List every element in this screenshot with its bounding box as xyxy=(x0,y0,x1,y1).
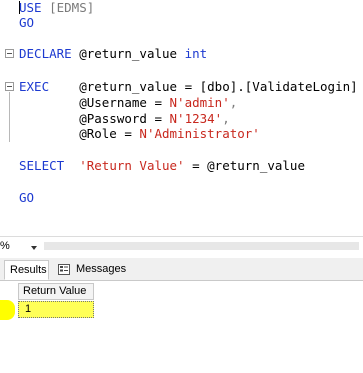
fold-guide-line xyxy=(9,92,10,142)
code-line-select: SELECT 'Return Value' = @return_value xyxy=(19,158,305,173)
results-grid[interactable]: Return Value 1 xyxy=(0,281,363,373)
value-role: N'Administrator' xyxy=(139,126,260,141)
chevron-down-icon[interactable] xyxy=(31,246,37,250)
select-expression: = @return_value xyxy=(184,158,305,173)
param-role: @Role = xyxy=(19,126,140,141)
column-header-return-value[interactable]: Return Value xyxy=(18,283,94,300)
keyword-go: GO xyxy=(19,190,35,205)
code-line-go: GO xyxy=(19,15,34,30)
code-line-use: USE [EDMS] xyxy=(19,0,94,15)
horizontal-scrollbar[interactable] xyxy=(44,242,359,250)
result-cell[interactable]: 1 xyxy=(18,301,94,318)
code-line-role: @Role = N'Administrator' xyxy=(19,126,260,141)
collapse-exec-icon[interactable] xyxy=(5,82,14,91)
value-username: N'admin' xyxy=(169,95,230,110)
code-line-exec: EXEC @return_value = [dbo].[ValidateLogi… xyxy=(19,79,358,94)
code-line-username: @Username = N'admin', xyxy=(19,95,237,110)
collapse-declare-icon[interactable] xyxy=(5,49,14,58)
zoom-value: % xyxy=(0,240,10,252)
row-highlight-marker xyxy=(0,300,15,320)
keyword-int: int xyxy=(184,46,208,61)
value-password: N'1234' xyxy=(169,111,223,126)
query-editor[interactable]: USE [EDMS] GO DECLARE @return_value int … xyxy=(0,0,363,232)
keyword-go: GO xyxy=(19,15,35,30)
keyword-use: USE xyxy=(19,0,42,15)
keyword-declare: DECLARE xyxy=(19,46,72,61)
keyword-select: SELECT xyxy=(19,158,65,173)
param-password: @Password = xyxy=(19,111,170,126)
database-name: [EDMS] xyxy=(41,0,95,15)
tab-messages[interactable]: Messages xyxy=(53,260,133,280)
results-tabs: Results Messages xyxy=(0,258,363,281)
code-line-password: @Password = N'1234', xyxy=(19,111,230,126)
comma: , xyxy=(229,95,238,110)
keyword-exec: EXEC xyxy=(19,79,50,94)
code-line-declare: DECLARE @return_value int xyxy=(19,46,207,61)
comma: , xyxy=(222,111,230,126)
code-line-go-end: GO xyxy=(19,190,34,205)
declare-variable: @return_value xyxy=(71,46,185,61)
exec-statement: @return_value = [dbo].[ValidateLogin] xyxy=(49,79,358,94)
param-username: @Username = xyxy=(19,95,170,110)
zoom-dropdown[interactable]: % xyxy=(0,239,40,253)
zoom-bar: % xyxy=(0,236,363,255)
messages-icon xyxy=(58,264,70,275)
tab-messages-label: Messages xyxy=(76,263,127,275)
tab-results-label: Results xyxy=(10,264,47,276)
select-alias: 'Return Value' xyxy=(79,158,185,173)
tab-results[interactable]: Results xyxy=(4,260,49,280)
